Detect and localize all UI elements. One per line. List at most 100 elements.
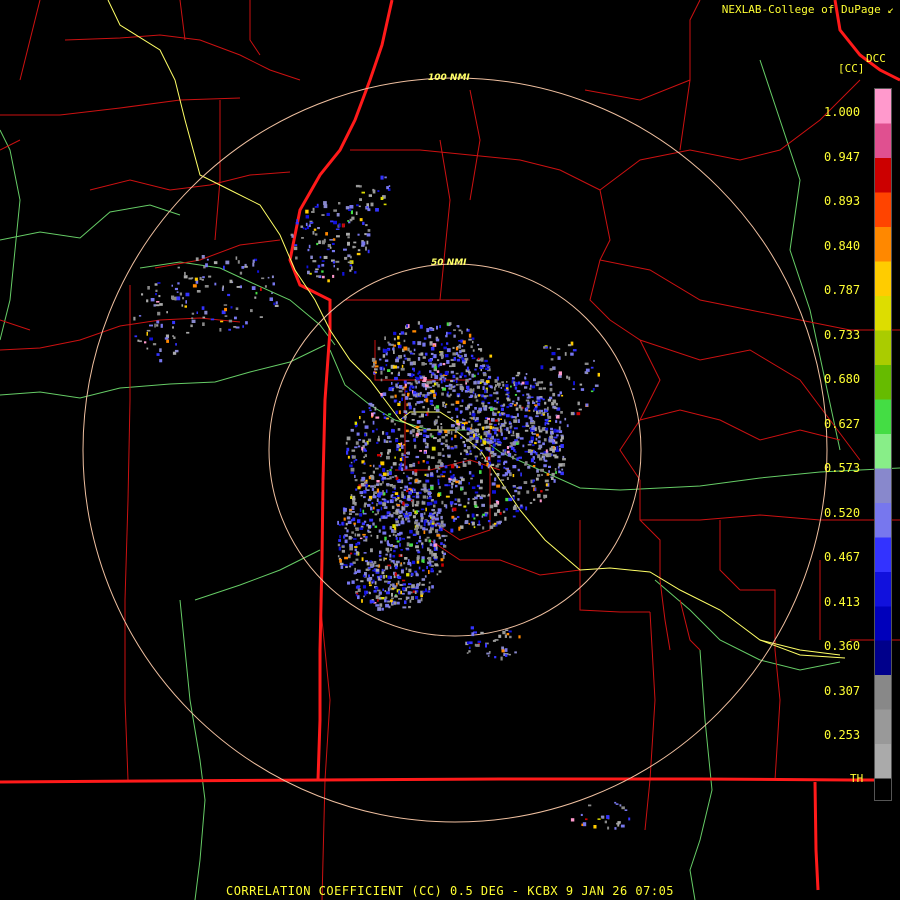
radar-echo (549, 368, 553, 371)
range-ring-100-label: 100 NMI (428, 73, 470, 83)
radar-echo (345, 206, 350, 210)
radar-echo (420, 513, 424, 517)
radar-echo (338, 539, 341, 542)
radar-echo (391, 382, 393, 385)
radar-echo (383, 416, 387, 419)
radar-echo (444, 465, 448, 469)
radar-echo (489, 504, 494, 509)
radar-echo (449, 501, 454, 505)
radar-echo (431, 522, 435, 525)
radar-echo (487, 402, 491, 405)
radar-echo (356, 592, 359, 595)
radar-echo (344, 527, 347, 530)
radar-echo (415, 455, 420, 459)
radar-echo (353, 459, 356, 463)
radar-echo (537, 425, 541, 430)
radar-echo (405, 429, 409, 433)
radar-echo (431, 404, 434, 406)
radar-echo (425, 435, 430, 438)
radar-echo (486, 652, 490, 655)
radar-echo (450, 431, 453, 435)
radar-echo (401, 397, 403, 401)
radar-echo (461, 478, 465, 482)
radar-echo (356, 252, 361, 256)
radar-echo (401, 569, 404, 574)
radar-echo (420, 413, 424, 418)
radar-echo (355, 513, 359, 516)
radar-echo (382, 413, 385, 416)
radar-echo (559, 420, 562, 424)
radar-echo (389, 553, 392, 558)
radar-echo (496, 438, 500, 441)
radar-echo (380, 370, 383, 375)
radar-echo (450, 437, 453, 441)
radar-echo (485, 367, 489, 370)
radar-echo (396, 444, 399, 449)
radar-echo (488, 464, 490, 467)
radar-echo (552, 366, 556, 370)
radar-echo (518, 486, 522, 490)
radar-echo (441, 563, 444, 567)
radar-echo (184, 271, 186, 276)
radar-echo (467, 388, 470, 391)
radar-echo (459, 421, 463, 424)
radar-echo (309, 221, 314, 224)
radar-echo (414, 596, 419, 600)
radar-echo (506, 469, 511, 474)
radar-echo (356, 432, 360, 436)
radar-echo (402, 417, 404, 419)
radar-echo (471, 513, 475, 518)
radar-echo (370, 506, 373, 511)
radar-echo (449, 393, 452, 396)
radar-echo (487, 655, 490, 657)
radar-echo (401, 517, 404, 521)
radar-echo (275, 301, 278, 305)
radar-echo (436, 475, 441, 478)
radar-echo (402, 579, 406, 582)
radar-echo (461, 359, 466, 362)
radar-echo (515, 381, 518, 386)
radar-echo (597, 818, 601, 820)
radar-echo (384, 336, 386, 340)
radar-echo (491, 482, 496, 486)
radar-echo (518, 404, 522, 409)
radar-echo (353, 241, 357, 244)
radar-echo (459, 405, 464, 407)
radar-echo (561, 394, 564, 397)
radar-map (0, 0, 900, 900)
radar-echo (540, 490, 543, 493)
radar-echo (430, 486, 434, 490)
radar-echo (429, 327, 433, 330)
radar-echo (452, 346, 455, 349)
radar-echo (379, 483, 383, 486)
radar-echo (512, 441, 516, 445)
radar-echo (440, 558, 443, 561)
radar-echo (354, 571, 357, 574)
radar-echo (531, 485, 536, 488)
radar-echo (171, 284, 173, 287)
radar-echo (308, 224, 311, 227)
radar-echo (524, 450, 529, 453)
radar-echo (481, 402, 485, 405)
radar-echo (506, 406, 510, 409)
radar-echo (345, 441, 348, 445)
radar-echo (417, 341, 422, 346)
radar-echo (472, 340, 474, 344)
radar-echo (498, 520, 502, 523)
radar-echo (429, 502, 433, 506)
radar-echo (329, 239, 334, 241)
radar-echo (318, 240, 321, 244)
radar-echo (395, 383, 398, 388)
legend-threshold-label: TH (850, 772, 864, 785)
legend-tick-label: 0.413 (824, 594, 861, 609)
radar-echo (385, 575, 388, 578)
radar-echo (501, 424, 506, 427)
radar-echo (359, 416, 361, 420)
radar-echo (342, 224, 345, 228)
radar-echo (423, 487, 427, 490)
radar-echo (489, 440, 493, 444)
radar-echo (392, 524, 396, 529)
radar-echo (412, 373, 415, 376)
radar-echo (398, 371, 400, 374)
radar-echo (365, 224, 368, 227)
